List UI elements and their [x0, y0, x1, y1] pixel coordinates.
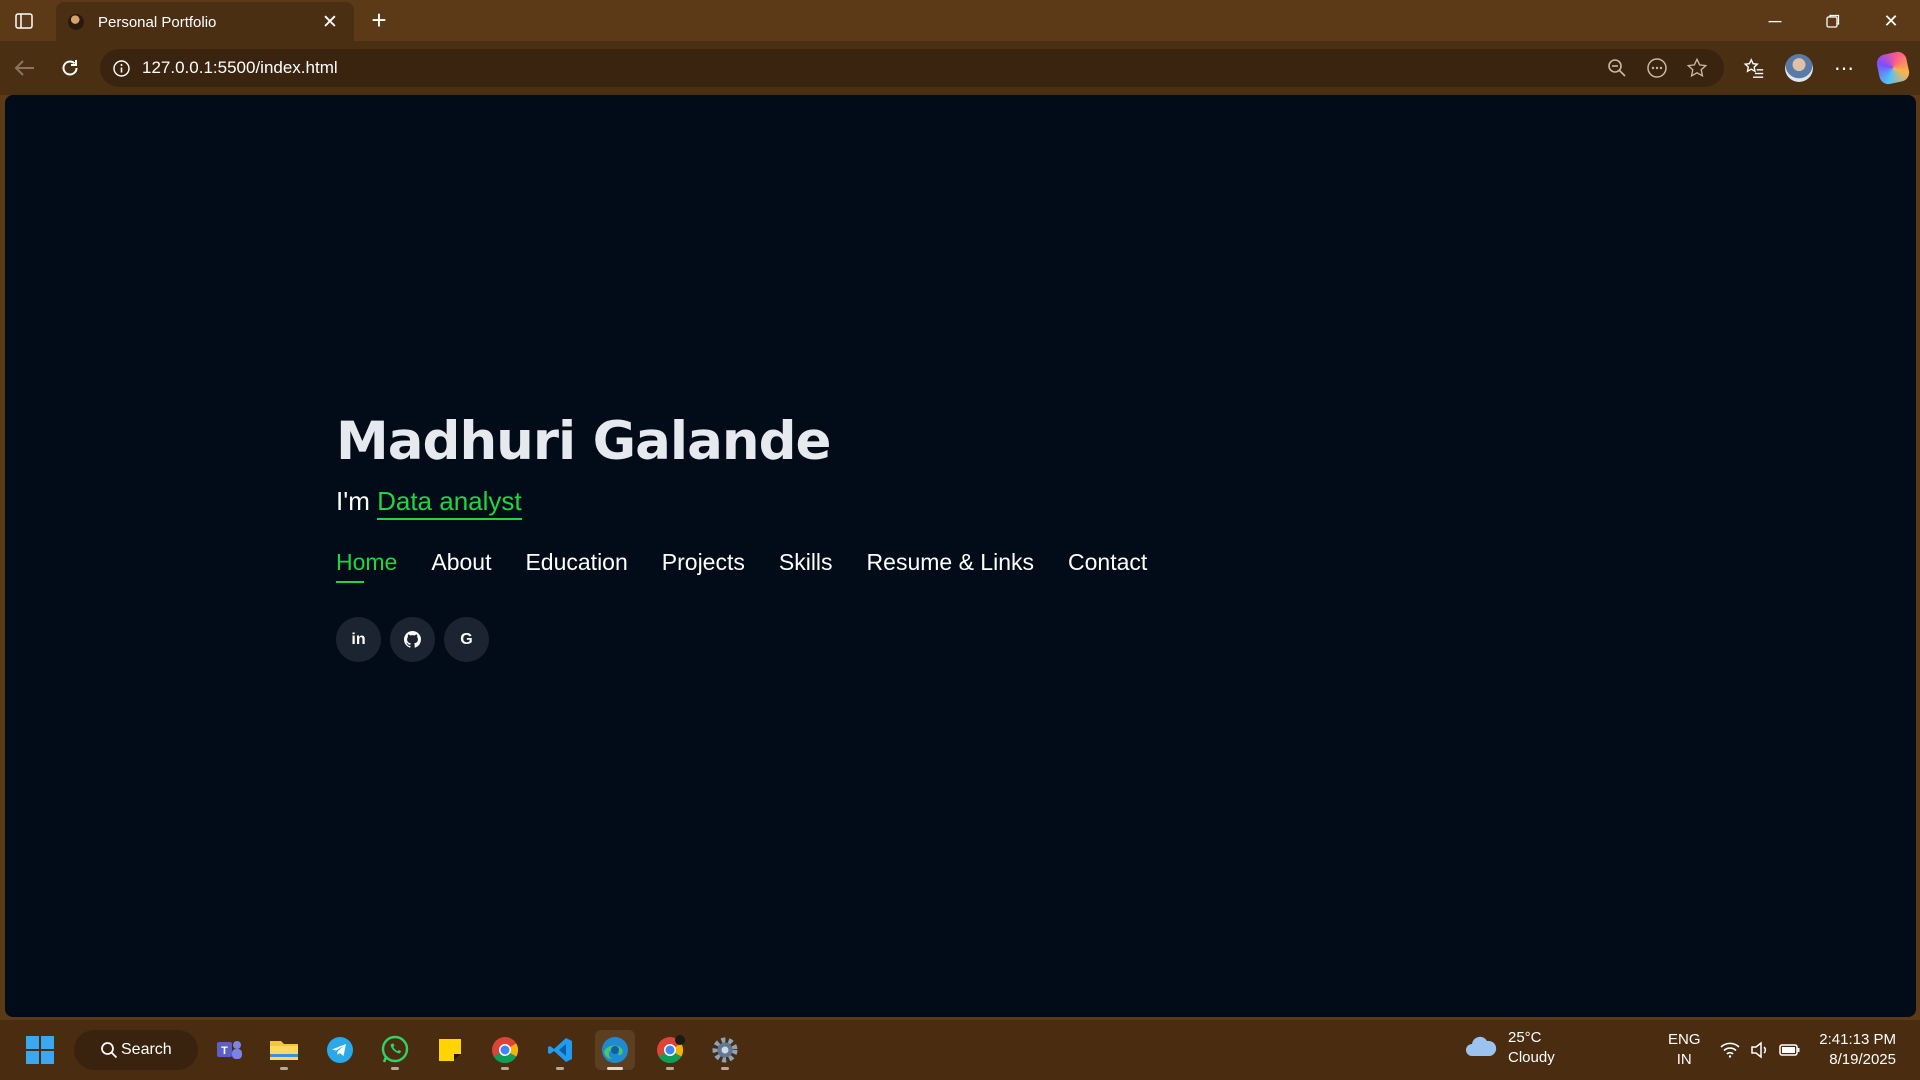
page-viewport: Madhuri Galande I'm Data analyst Home Ab… [5, 95, 1916, 1017]
settings-icon[interactable] [705, 1030, 745, 1070]
immersive-reader-icon[interactable] [1644, 55, 1670, 81]
running-indicator [721, 1067, 729, 1070]
tab-title: Personal Portfolio [98, 13, 217, 31]
copilot-icon[interactable] [1875, 50, 1911, 86]
weather-widget[interactable]: 25°C Cloudy [1464, 1028, 1555, 1068]
hero-subtitle: I'm Data analyst [336, 486, 1181, 520]
nav-skills[interactable]: Skills [779, 549, 833, 583]
nav-contact[interactable]: Contact [1068, 549, 1147, 583]
whatsapp-icon[interactable] [375, 1030, 415, 1070]
chrome-icon-2[interactable] [650, 1030, 690, 1070]
back-icon[interactable] [11, 54, 39, 82]
edge-icon[interactable] [595, 1030, 635, 1070]
running-indicator [501, 1067, 509, 1070]
volume-icon[interactable] [1748, 1038, 1772, 1062]
reload-icon[interactable] [56, 54, 84, 82]
hero-name: Madhuri Galande [336, 411, 831, 472]
running-indicator [607, 1067, 623, 1070]
favorites-icon[interactable] [1740, 54, 1768, 82]
cloud-icon [1464, 1034, 1498, 1063]
svg-text:T: T [221, 1045, 228, 1057]
address-bar[interactable]: 127.0.0.1:5500/index.html [100, 49, 1724, 87]
main-nav: Home About Education Projects Skills Res… [336, 549, 1181, 583]
search-icon [100, 1041, 118, 1064]
browser-toolbar: 127.0.0.1:5500/index.html ⋯ [0, 41, 1920, 95]
hero-section: Madhuri Galande I'm Data analyst Home Ab… [336, 411, 1181, 662]
close-window-icon[interactable]: ✕ [1868, 7, 1914, 35]
telegram-icon[interactable] [320, 1030, 360, 1070]
restore-icon[interactable] [1810, 7, 1856, 35]
linkedin-icon[interactable]: in [336, 617, 381, 662]
zoom-out-icon[interactable] [1604, 55, 1630, 81]
tab-close-icon[interactable]: ✕ [318, 11, 342, 34]
browser-tab[interactable]: Personal Portfolio ✕ [56, 2, 354, 42]
url-text[interactable]: 127.0.0.1:5500/index.html [142, 58, 1604, 78]
clock-date: 8/19/2025 [1829, 1051, 1896, 1068]
lang-line-1: ENG [1668, 1031, 1701, 1048]
taskbar-clock[interactable]: 2:41:13 PM 8/19/2025 [1812, 1030, 1896, 1070]
sticky-notes-icon[interactable] [430, 1030, 470, 1070]
language-indicator[interactable]: ENG IN [1668, 1030, 1701, 1070]
file-explorer-icon[interactable] [264, 1030, 304, 1070]
wifi-icon[interactable] [1718, 1038, 1742, 1062]
site-info-icon[interactable] [112, 59, 130, 77]
system-tray[interactable] [1718, 1038, 1808, 1062]
more-menu-icon[interactable]: ⋯ [1830, 54, 1858, 82]
vscode-icon[interactable] [540, 1030, 580, 1070]
sidebar-toggle-icon[interactable] [12, 9, 36, 33]
search-label: Search [121, 1041, 172, 1058]
chrome-icon[interactable] [485, 1030, 525, 1070]
weather-temp: 25°C [1508, 1029, 1542, 1046]
role-text: Data analyst [377, 486, 522, 520]
nav-projects[interactable]: Projects [662, 549, 745, 583]
teams-icon[interactable]: T [209, 1030, 249, 1070]
social-links: in G [336, 617, 1181, 662]
running-indicator [556, 1067, 564, 1070]
running-indicator [280, 1067, 288, 1070]
nav-about[interactable]: About [431, 549, 491, 583]
nav-home[interactable]: Home [336, 549, 397, 583]
windows-taskbar: Search T 25°C Cloudy ENG IN 2:41:13 PM 8… [0, 1020, 1920, 1080]
new-tab-button[interactable]: + [364, 6, 394, 36]
nav-resume-links[interactable]: Resume & Links [867, 549, 1034, 583]
lang-line-2: IN [1676, 1051, 1692, 1068]
favorite-star-icon[interactable] [1684, 55, 1710, 81]
clock-time: 2:41:13 PM [1819, 1031, 1896, 1048]
tab-favicon-icon [68, 14, 84, 30]
battery-icon[interactable] [1778, 1038, 1802, 1062]
profile-avatar[interactable] [1785, 54, 1813, 82]
google-icon[interactable]: G [444, 617, 489, 662]
minimize-icon[interactable]: ─ [1752, 7, 1798, 35]
intro-prefix: I'm [336, 486, 370, 516]
weather-desc: Cloudy [1508, 1049, 1555, 1066]
github-icon[interactable] [390, 617, 435, 662]
browser-title-bar: Personal Portfolio ✕ + ─ ✕ [0, 0, 1920, 42]
running-indicator [666, 1067, 674, 1070]
nav-education[interactable]: Education [525, 549, 627, 583]
windows-start-icon[interactable] [20, 1030, 60, 1070]
running-indicator [391, 1067, 399, 1070]
taskbar-search[interactable]: Search [74, 1030, 198, 1070]
